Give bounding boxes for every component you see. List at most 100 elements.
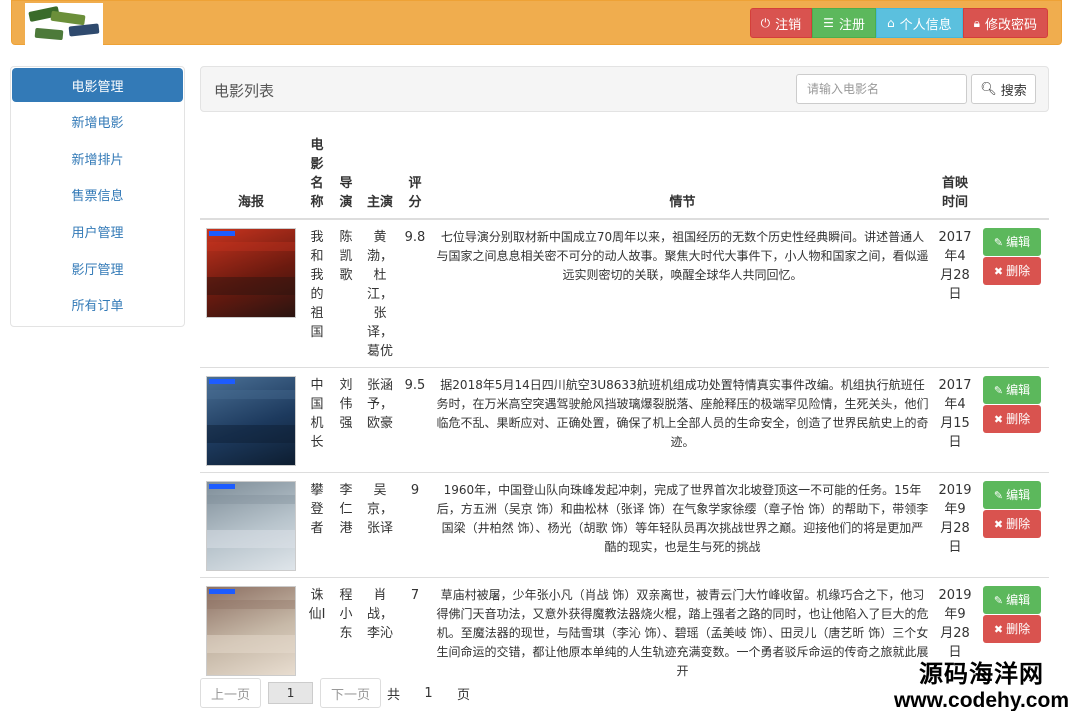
logout-button[interactable]: ⏻ 注销 bbox=[749, 8, 813, 38]
movie-actors: 黄渤，杜江，张译，葛优 bbox=[360, 218, 400, 368]
top-navbar: ⏻ 注销 ☰ 注册 ⌂ 个人信息 🔒︎ 修改密码 bbox=[11, 0, 1062, 45]
edit-icon: ✎ bbox=[993, 593, 1004, 607]
movie-poster-image[interactable] bbox=[206, 228, 296, 318]
movie-list-panel-heading: 电影列表 🔍︎ 搜索 bbox=[200, 66, 1049, 112]
movie-director: 刘伟强 bbox=[332, 367, 360, 473]
sidebar-item-label: 售票信息 bbox=[71, 189, 124, 205]
poster-badge bbox=[209, 484, 235, 489]
film-strip-logo[interactable] bbox=[25, 3, 103, 45]
sidebar-nav: 电影管理 新增电影 新增排片 售票信息 用户管理 影厅管理 所有订单 bbox=[10, 66, 185, 327]
poster-cell bbox=[200, 218, 302, 368]
profile-button[interactable]: ⌂ 个人信息 bbox=[875, 8, 963, 38]
table-header-row: 海报 电影名称 导演 主演 评分 情节 首映时间 bbox=[200, 132, 1049, 220]
watermark-title: 源码海洋网 bbox=[918, 660, 1044, 688]
delete-button[interactable]: ✖ 删除 bbox=[983, 257, 1041, 285]
sidebar-item-user-management[interactable]: 用户管理 bbox=[11, 213, 184, 250]
edit-icon: ✎ bbox=[993, 383, 1004, 397]
movie-director: 李仁港 bbox=[332, 472, 360, 578]
actions-cell: ✎ 编辑 ✖ 删除 bbox=[975, 218, 1049, 368]
movie-name: 攀登者 bbox=[302, 472, 332, 578]
home-icon: ⌂ bbox=[886, 16, 895, 30]
list-icon: ☰ bbox=[823, 16, 834, 30]
delete-label: 删除 bbox=[1006, 411, 1031, 426]
close-icon: ✖ bbox=[993, 517, 1004, 531]
panel-title: 电影列表 bbox=[214, 82, 275, 100]
column-header-director: 导演 bbox=[332, 132, 360, 220]
delete-button[interactable]: ✖ 删除 bbox=[983, 615, 1041, 643]
sidebar-item-add-movie[interactable]: 新增电影 bbox=[11, 103, 184, 140]
edit-button[interactable]: ✎ 编辑 bbox=[983, 586, 1041, 614]
edit-label: 编辑 bbox=[1006, 234, 1031, 249]
edit-button[interactable]: ✎ 编辑 bbox=[983, 481, 1041, 509]
profile-label: 个人信息 bbox=[899, 17, 952, 33]
movie-rating: 9.8 bbox=[400, 218, 430, 368]
lock-icon: 🔒︎ bbox=[973, 15, 980, 30]
movie-name: 诛仙Ⅰ bbox=[302, 577, 332, 687]
power-icon: ⏻ bbox=[760, 15, 771, 30]
table-row: 我和我的祖国 陈凯歌 黄渤，杜江，张译，葛优 9.8 七位导演分别取材新中国成立… bbox=[200, 218, 1049, 368]
movie-release-date: 2019年9月28日 bbox=[935, 472, 975, 578]
change-password-button[interactable]: 🔒︎ 修改密码 bbox=[962, 8, 1048, 38]
column-header-poster: 海报 bbox=[200, 132, 302, 220]
search-icon: 🔍︎ bbox=[980, 81, 997, 97]
delete-button[interactable]: ✖ 删除 bbox=[983, 405, 1041, 433]
edit-label: 编辑 bbox=[1006, 382, 1031, 397]
edit-button[interactable]: ✎ 编辑 bbox=[983, 376, 1041, 404]
sidebar-item-label: 电影管理 bbox=[71, 79, 124, 95]
movie-search-input[interactable] bbox=[796, 74, 967, 104]
watermark-url: www.codehy.com bbox=[893, 689, 1069, 711]
close-icon: ✖ bbox=[993, 412, 1004, 426]
sidebar-item-label: 所有订单 bbox=[71, 299, 124, 315]
poster-badge bbox=[209, 231, 235, 236]
column-header-name: 电影名称 bbox=[302, 132, 332, 220]
sidebar-item-ticket-info[interactable]: 售票信息 bbox=[11, 176, 184, 213]
movie-rating: 9 bbox=[400, 472, 430, 578]
movie-table: 海报 电影名称 导演 主演 评分 情节 首映时间 我和我的祖国 陈凯歌 黄渤，杜… bbox=[200, 132, 1049, 687]
column-header-actions bbox=[975, 132, 1049, 220]
movie-plot: 七位导演分别取材新中国成立70周年以来，祖国经历的无数个历史性经典瞬间。讲述普通… bbox=[430, 218, 935, 368]
delete-label: 删除 bbox=[1006, 621, 1031, 636]
movie-name: 我和我的祖国 bbox=[302, 218, 332, 368]
movie-plot: 1960年，中国登山队向珠峰发起冲刺，完成了世界首次北坡登顶这一不可能的任务。1… bbox=[430, 472, 935, 578]
sidebar-item-all-orders[interactable]: 所有订单 bbox=[11, 286, 184, 323]
movie-poster-image[interactable] bbox=[206, 481, 296, 571]
actions-cell: ✎ 编辑 ✖ 删除 bbox=[975, 367, 1049, 473]
search-button[interactable]: 🔍︎ 搜索 bbox=[971, 74, 1036, 104]
change-password-label: 修改密码 bbox=[984, 17, 1037, 33]
logout-label: 注销 bbox=[775, 17, 802, 33]
sidebar-item-label: 用户管理 bbox=[71, 225, 124, 241]
movie-director: 程小东 bbox=[332, 577, 360, 687]
delete-button[interactable]: ✖ 删除 bbox=[983, 510, 1041, 538]
next-page-button[interactable]: 下一页 bbox=[320, 678, 382, 708]
poster-cell bbox=[200, 472, 302, 578]
table-row: 攀登者 李仁港 吴京，张译 9 1960年，中国登山队向珠峰发起冲刺，完成了世界… bbox=[200, 472, 1049, 578]
movie-poster-image[interactable] bbox=[206, 586, 296, 676]
movie-rating: 7 bbox=[400, 577, 430, 687]
movie-director: 陈凯歌 bbox=[332, 218, 360, 368]
close-icon: ✖ bbox=[993, 622, 1004, 636]
poster-badge bbox=[209, 589, 235, 594]
movie-release-date: 2017年4月28日 bbox=[935, 218, 975, 368]
movie-actors: 肖战，李沁 bbox=[360, 577, 400, 687]
column-header-actors: 主演 bbox=[360, 132, 400, 220]
movie-poster-image[interactable] bbox=[206, 376, 296, 466]
sidebar-item-label: 影厅管理 bbox=[71, 262, 124, 278]
column-header-date: 首映时间 bbox=[935, 132, 975, 220]
prev-page-button[interactable]: 上一页 bbox=[200, 678, 262, 708]
actions-cell: ✎ 编辑 ✖ 删除 bbox=[975, 472, 1049, 578]
movie-actors: 张涵予，欧豪 bbox=[360, 367, 400, 473]
register-button[interactable]: ☰ 注册 bbox=[812, 8, 876, 38]
edit-label: 编辑 bbox=[1006, 487, 1031, 502]
edit-button[interactable]: ✎ 编辑 bbox=[983, 228, 1041, 256]
edit-icon: ✎ bbox=[993, 488, 1004, 502]
table-row: 中国机长 刘伟强 张涵予，欧豪 9.5 据2018年5月14日四川航空3U863… bbox=[200, 367, 1049, 473]
edit-label: 编辑 bbox=[1006, 592, 1031, 607]
delete-label: 删除 bbox=[1006, 263, 1031, 278]
sidebar-item-add-schedule[interactable]: 新增排片 bbox=[11, 140, 184, 177]
register-label: 注册 bbox=[838, 17, 865, 33]
sidebar-item-movie-management[interactable]: 电影管理 bbox=[12, 68, 183, 102]
movie-release-date: 2017年4月15日 bbox=[935, 367, 975, 473]
movie-actors: 吴京，张译 bbox=[360, 472, 400, 578]
sidebar-item-hall-management[interactable]: 影厅管理 bbox=[11, 250, 184, 287]
sidebar-item-label: 新增排片 bbox=[71, 152, 124, 168]
